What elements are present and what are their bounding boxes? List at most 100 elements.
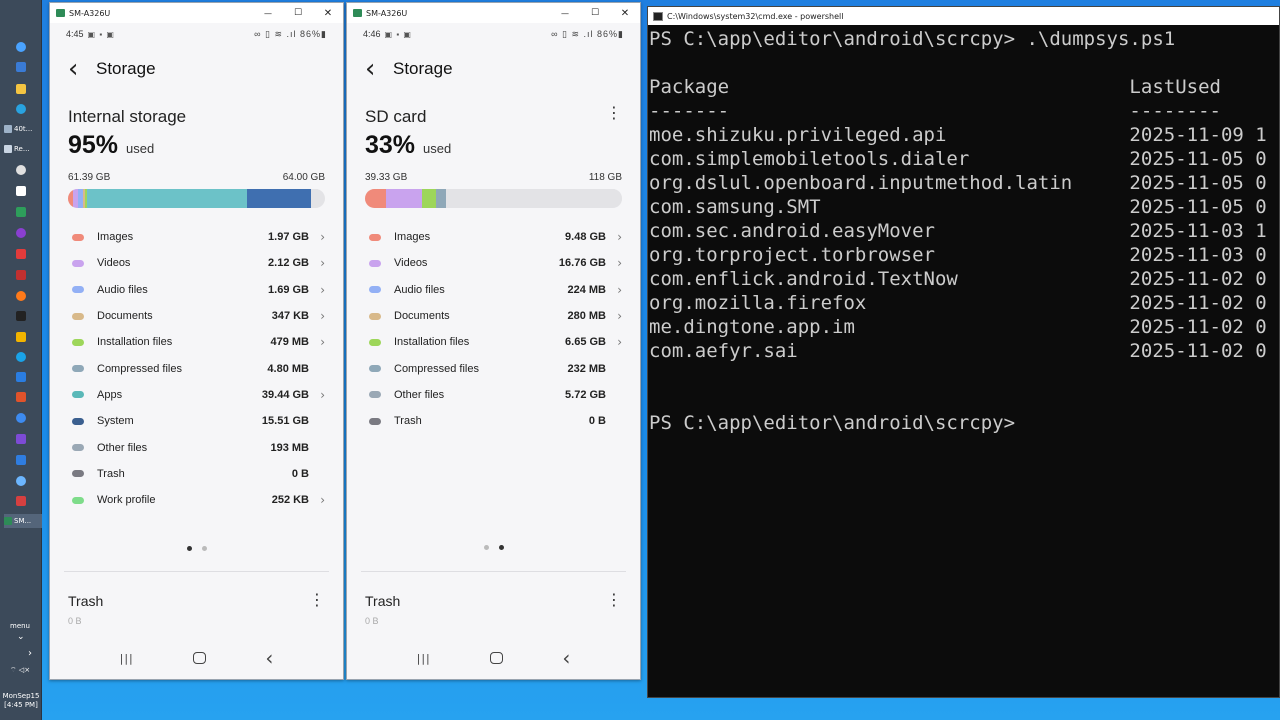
- minimize-button[interactable]: —: [253, 9, 283, 18]
- category-row-videos[interactable]: Videos 16.76 GB ›: [365, 250, 622, 276]
- back-icon[interactable]: ‹: [562, 646, 570, 670]
- category-row-audio-files[interactable]: Audio files 1.69 GB ›: [68, 277, 325, 303]
- storage-usage-bar: [68, 189, 325, 208]
- page-dot[interactable]: [186, 546, 192, 551]
- close-button[interactable]: ✕: [313, 8, 343, 19]
- category-color-dot: [72, 365, 84, 373]
- back-arrow-icon[interactable]: ‹: [365, 54, 391, 84]
- maximize-button[interactable]: ☐: [283, 8, 313, 18]
- trash-section[interactable]: Trash ⋮: [347, 593, 640, 610]
- app-glyph-icon: [16, 496, 26, 506]
- scrcpy-app-icon: [353, 9, 362, 17]
- app-glyph-icon: [16, 270, 26, 280]
- category-row-documents[interactable]: Documents 347 KB ›: [68, 303, 325, 329]
- taskbar-app-icon[interactable]: [12, 453, 30, 467]
- taskbar-item-label: 40t...: [14, 125, 33, 133]
- usage-bar-segment: [385, 189, 422, 208]
- category-size: 347 KB: [271, 310, 309, 323]
- app-glyph-icon: [16, 476, 26, 486]
- console-window[interactable]: C:\Windows\system32\cmd.exe - powershell…: [647, 6, 1280, 698]
- category-row-documents[interactable]: Documents 280 MB ›: [365, 303, 622, 329]
- taskbar-app-icon[interactable]: [12, 289, 30, 303]
- taskbar-app-icon[interactable]: [12, 350, 30, 364]
- scrcpy-app-icon: [56, 9, 65, 17]
- minimize-button[interactable]: —: [550, 9, 580, 18]
- back-arrow-icon[interactable]: ‹: [68, 54, 94, 84]
- taskbar-app-icon[interactable]: [12, 268, 30, 282]
- taskbar-app-icon[interactable]: [12, 40, 30, 54]
- home-icon[interactable]: [193, 652, 207, 664]
- storage-card: Internal storage 95% used 61.39 GB 64.00 GB I…: [50, 107, 343, 513]
- taskbar-app-icon[interactable]: [12, 60, 30, 74]
- taskbar-app-icon[interactable]: [12, 82, 30, 96]
- trash-section[interactable]: Trash ⋮: [50, 593, 343, 610]
- usage-bar-segment: [87, 189, 247, 208]
- page-dot[interactable]: [498, 545, 504, 550]
- taskbar-app-icon[interactable]: [12, 494, 30, 508]
- category-color-dot: [72, 259, 84, 267]
- console-title-bar[interactable]: C:\Windows\system32\cmd.exe - powershell: [648, 7, 1279, 25]
- category-row-audio-files[interactable]: Audio files 224 MB ›: [365, 277, 622, 303]
- home-icon[interactable]: [490, 652, 504, 664]
- taskbar-app-icon[interactable]: [12, 247, 30, 261]
- phone-window-sdcard[interactable]: SM-A326U — ☐ ✕ 4:46 ▣ ▪ ▣ ∞ ▯ ≋ .ıl 86%▮ ‹ Stora…: [346, 2, 641, 680]
- more-options-icon[interactable]: ⋮: [606, 106, 622, 122]
- taskbar-item-5[interactable]: Re...: [4, 142, 42, 156]
- window-title-bar[interactable]: SM-A326U — ☐ ✕: [50, 3, 343, 23]
- taskbar-app-icon[interactable]: [12, 309, 30, 323]
- recent-apps-icon[interactable]: |||: [120, 652, 134, 665]
- used-size: 39.33 GB: [365, 172, 408, 183]
- back-icon[interactable]: ‹: [265, 646, 273, 670]
- category-size: 479 MB: [270, 336, 309, 349]
- taskbar-app-icon[interactable]: [12, 226, 30, 240]
- category-row-images[interactable]: Images 1.97 GB ›: [68, 224, 325, 250]
- chevron-right-icon: ›: [320, 256, 325, 271]
- phone-window-internal[interactable]: SM-A326U — ☐ ✕ 4:45 ▣ ▪ ▣ ∞ ▯ ≋ .ıl 86%▮ ‹ Stora…: [49, 2, 344, 680]
- maximize-button[interactable]: ☐: [580, 8, 610, 18]
- page-dot[interactable]: [483, 545, 489, 550]
- taskbar-item-4[interactable]: 40t...: [4, 122, 42, 136]
- taskbar-app-icon[interactable]: [12, 102, 30, 116]
- console-line: com.samsung.SMT 2025-11-05 0: [649, 196, 1267, 218]
- category-row-images[interactable]: Images 9.48 GB ›: [365, 224, 622, 250]
- chevron-down-icon[interactable]: ⌄: [17, 632, 25, 642]
- category-row-apps[interactable]: Apps 39.44 GB ›: [68, 382, 325, 408]
- category-row-videos[interactable]: Videos 2.12 GB ›: [68, 250, 325, 276]
- taskbar-app-icon[interactable]: [12, 411, 30, 425]
- recent-apps-icon[interactable]: |||: [417, 652, 431, 665]
- page-dot[interactable]: [201, 546, 207, 551]
- taskbar-app-icon[interactable]: [12, 474, 30, 488]
- category-row-work-profile[interactable]: Work profile 252 KB ›: [68, 487, 325, 513]
- taskbar-app-icon[interactable]: [12, 390, 30, 404]
- window-title-bar[interactable]: SM-A326U — ☐ ✕: [347, 3, 640, 23]
- taskbar-app-icon: [4, 125, 12, 133]
- category-list: Images 1.97 GB › Videos 2.12 GB › Audio files 1…: [68, 224, 325, 513]
- network-icon[interactable]: ⌔ ◁×: [10, 666, 30, 675]
- console-output[interactable]: PS C:\app\editor\android\scrcpy> .\dumps…: [648, 25, 1279, 435]
- taskbar-app-icon[interactable]: [12, 205, 30, 219]
- taskbar-app-icon[interactable]: [12, 330, 30, 344]
- category-size: 16.76 GB: [558, 257, 606, 270]
- console-line: Package LastUsed: [649, 76, 1221, 98]
- category-row-installation-files[interactable]: Installation files 479 MB ›: [68, 329, 325, 355]
- close-button[interactable]: ✕: [610, 8, 640, 19]
- app-glyph-icon: [16, 42, 26, 52]
- taskbar-app-icon[interactable]: [12, 163, 30, 177]
- taskbar-app-icon[interactable]: [12, 432, 30, 446]
- taskbar-app-icon[interactable]: [12, 184, 30, 198]
- chevron-right-icon[interactable]: ›: [28, 648, 32, 659]
- category-label: Other files: [97, 441, 148, 454]
- taskbar-app-icon[interactable]: [12, 370, 30, 384]
- category-size: 224 MB: [567, 283, 606, 296]
- app-bar: ‹ Storage: [50, 45, 343, 93]
- category-label: Images: [97, 231, 134, 244]
- taskbar-clock[interactable]: MonSep15 [4:45 PM]: [0, 692, 42, 710]
- taskbar-item-23[interactable]: SM...: [4, 514, 42, 528]
- more-options-icon[interactable]: ⋮: [309, 593, 325, 609]
- taskbar-menu-button[interactable]: menu: [10, 622, 30, 630]
- android-status-bar: 4:45 ▣ ▪ ▣ ∞ ▯ ≋ .ıl 86%▮: [50, 23, 343, 45]
- trash-title: Trash: [68, 593, 104, 609]
- more-options-icon[interactable]: ⋮: [606, 593, 622, 609]
- category-row-installation-files[interactable]: Installation files 6.65 GB ›: [365, 329, 622, 355]
- console-line: ------- --------: [649, 100, 1221, 122]
